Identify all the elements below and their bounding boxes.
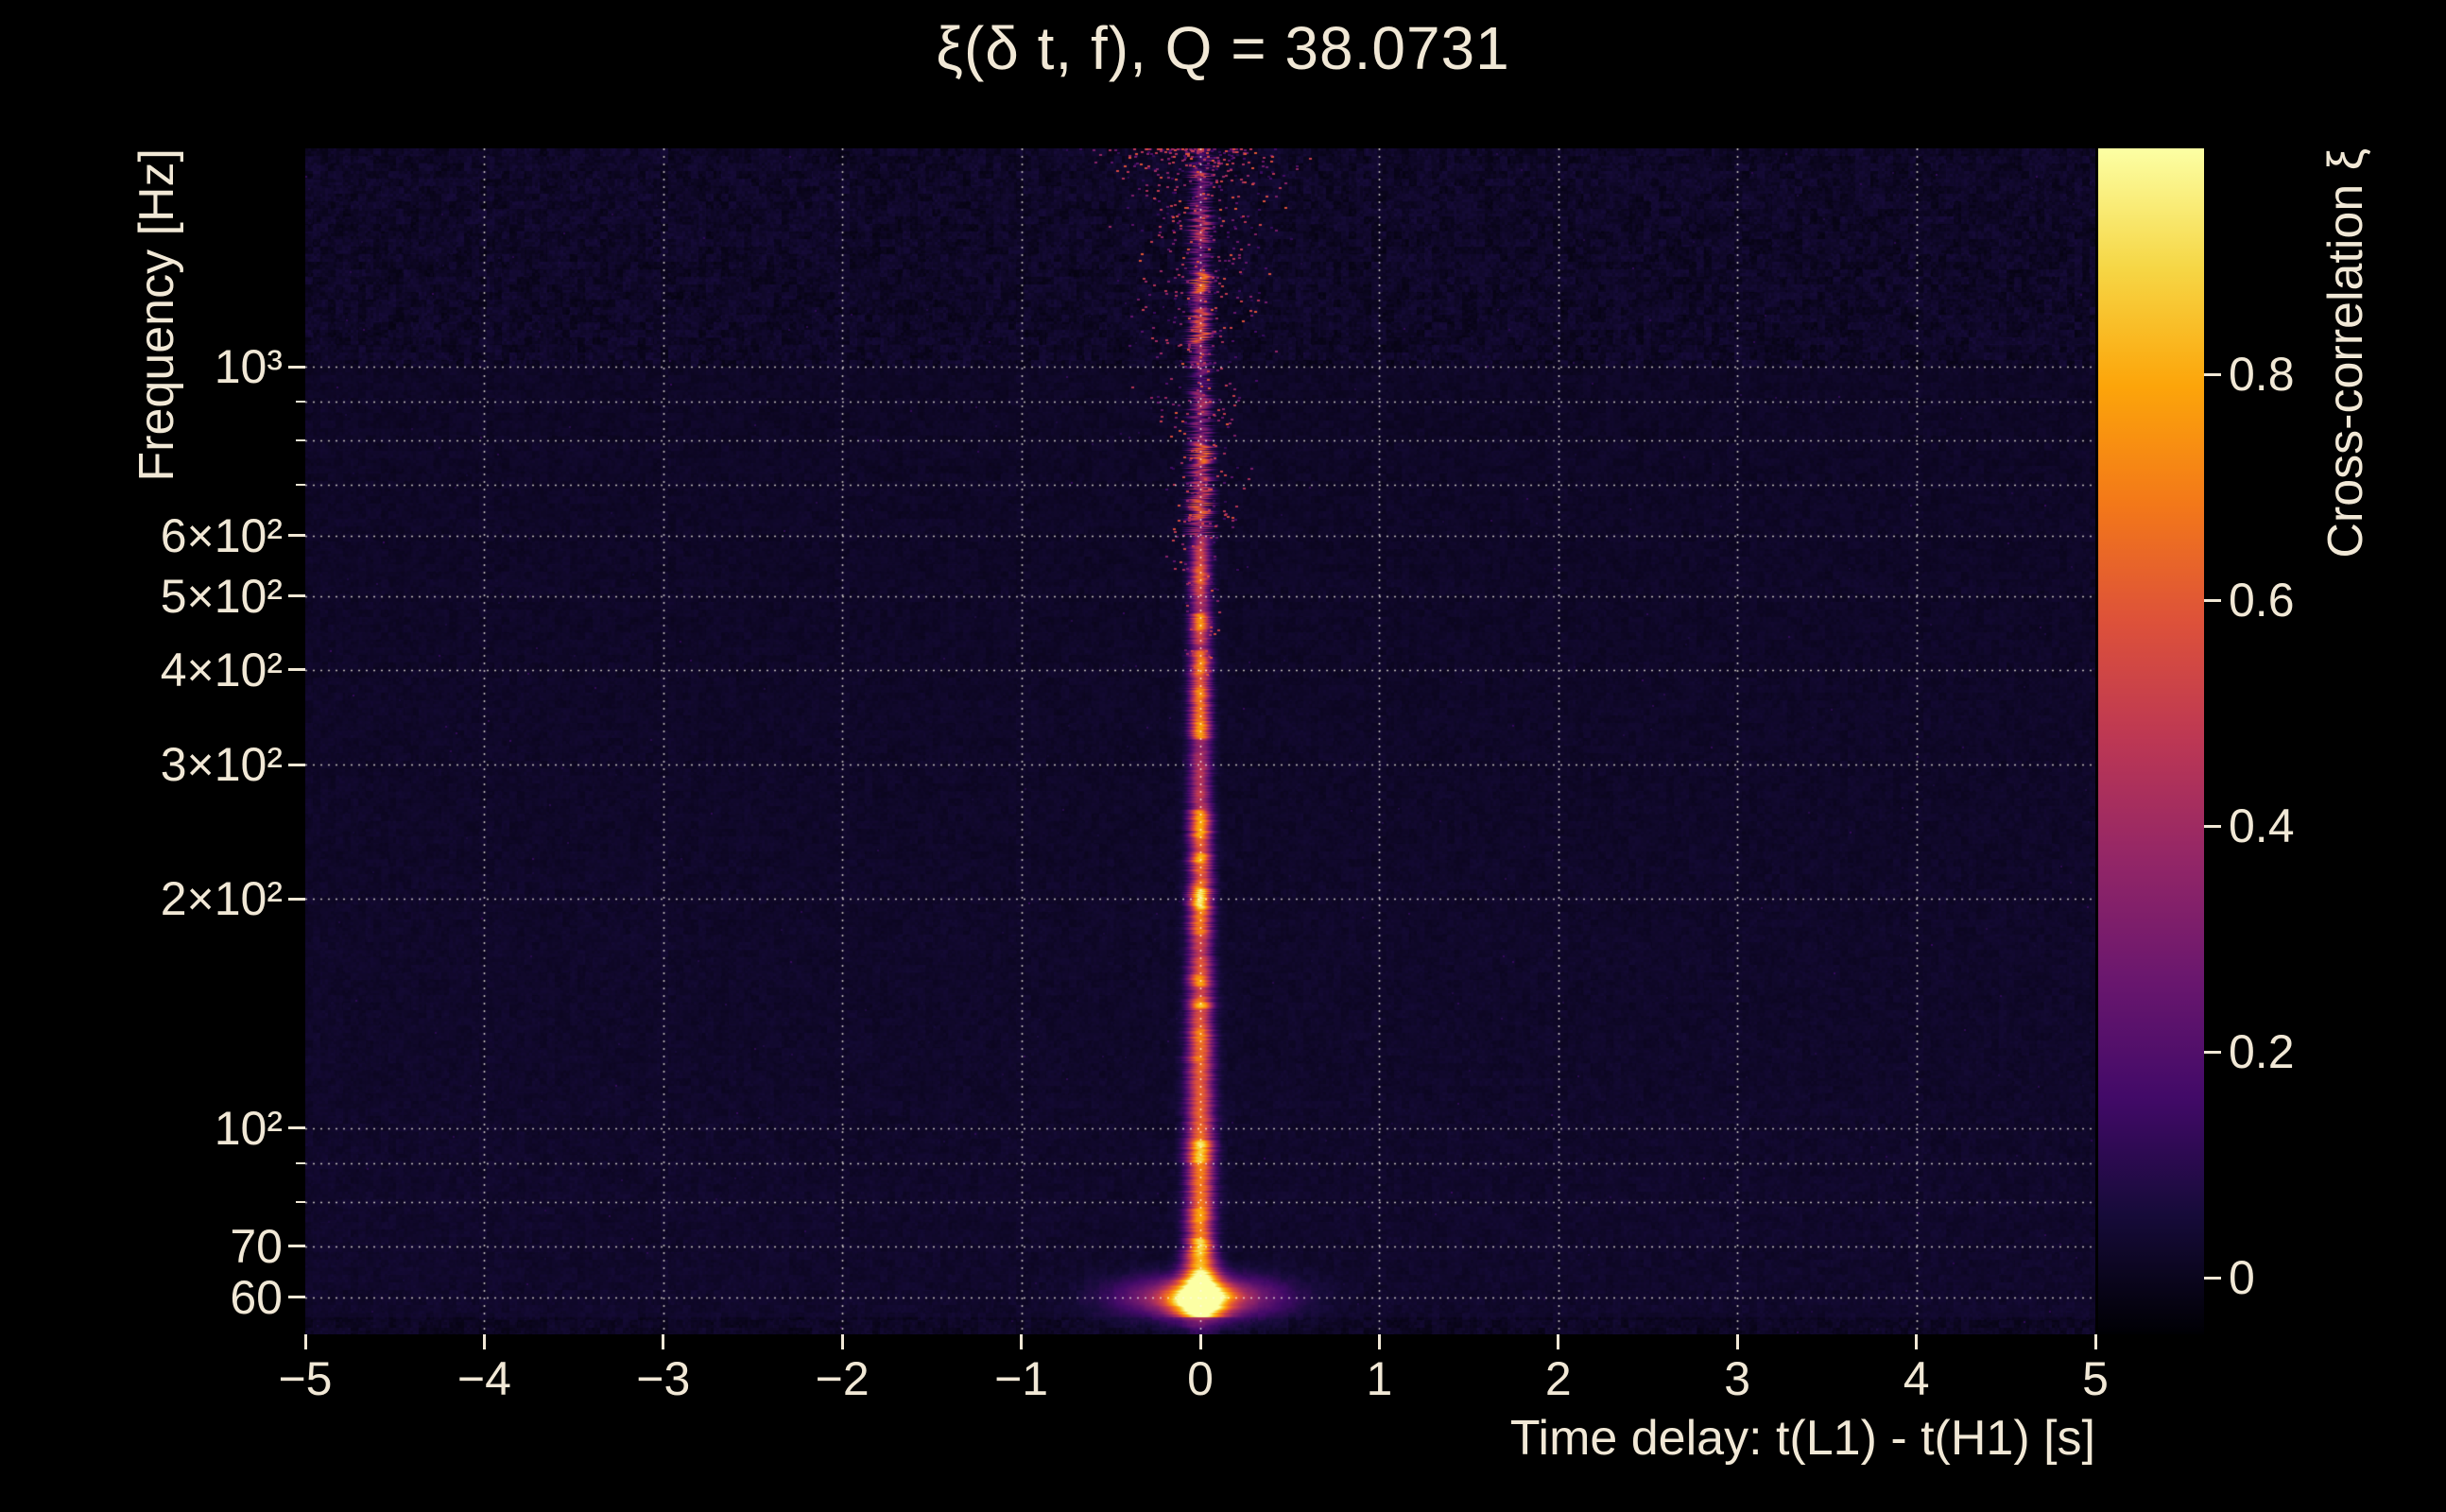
colorbar-tick-mark bbox=[2204, 598, 2221, 602]
colorbar-tick-label: 0.4 bbox=[2229, 799, 2295, 853]
y-major-tick-mark bbox=[288, 594, 305, 598]
y-tick-label: 3×10² bbox=[160, 738, 283, 792]
heatmap-canvas bbox=[305, 148, 2095, 1334]
x-tick-label: −2 bbox=[815, 1352, 870, 1405]
y-minor-tick-mark bbox=[296, 401, 305, 403]
x-tick-mark bbox=[303, 1334, 307, 1349]
y-major-tick-mark bbox=[288, 763, 305, 766]
x-tick-label: −5 bbox=[278, 1352, 333, 1405]
colorbar-tick-label: 0.2 bbox=[2229, 1025, 2295, 1079]
y-major-tick-mark bbox=[288, 1245, 305, 1248]
chart-title: ξ(δ t, f), Q = 38.0731 bbox=[936, 14, 1510, 82]
y-axis-label: Frequency [Hz] bbox=[129, 148, 184, 482]
x-tick-mark bbox=[1557, 1334, 1560, 1349]
y-tick-label: 10³ bbox=[214, 340, 283, 394]
y-tick-label: 5×10² bbox=[160, 569, 283, 623]
y-major-tick-mark bbox=[288, 365, 305, 369]
y-major-tick-mark bbox=[288, 897, 305, 901]
x-tick-label: −1 bbox=[994, 1352, 1049, 1405]
y-tick-label: 4×10² bbox=[160, 643, 283, 696]
colorbar-tick-label: 0 bbox=[2229, 1251, 2255, 1305]
y-minor-tick-mark bbox=[296, 1200, 305, 1203]
x-tick-label: 5 bbox=[2082, 1352, 2109, 1405]
x-tick-label: 4 bbox=[1903, 1352, 1930, 1405]
x-tick-label: −3 bbox=[636, 1352, 691, 1405]
y-major-tick-mark bbox=[288, 1296, 305, 1299]
x-tick-mark bbox=[1915, 1334, 1919, 1349]
x-tick-label: 3 bbox=[1724, 1352, 1751, 1405]
y-tick-label: 6×10² bbox=[160, 508, 283, 562]
x-tick-mark bbox=[1377, 1334, 1381, 1349]
y-minor-tick-mark bbox=[296, 483, 305, 486]
y-minor-tick-mark bbox=[296, 439, 305, 442]
y-major-tick-mark bbox=[288, 1126, 305, 1130]
x-tick-label: 2 bbox=[1544, 1352, 1572, 1405]
x-tick-mark bbox=[1198, 1334, 1202, 1349]
x-tick-mark bbox=[840, 1334, 844, 1349]
x-tick-label: 0 bbox=[1187, 1352, 1214, 1405]
colorbar-tick-label: 0.6 bbox=[2229, 574, 2295, 627]
y-tick-label: 2×10² bbox=[160, 872, 283, 926]
x-tick-mark bbox=[662, 1334, 665, 1349]
y-major-tick-mark bbox=[288, 668, 305, 672]
colorbar-tick-mark bbox=[2204, 1276, 2221, 1280]
y-minor-tick-mark bbox=[296, 1161, 305, 1164]
y-tick-label: 70 bbox=[230, 1219, 283, 1273]
x-tick-mark bbox=[2093, 1334, 2097, 1349]
y-tick-label: 60 bbox=[230, 1270, 283, 1324]
colorbar-tick-label: 0.8 bbox=[2229, 348, 2295, 402]
x-tick-label: −4 bbox=[456, 1352, 511, 1405]
colorbar-tick-mark bbox=[2204, 372, 2221, 376]
y-tick-label: 10² bbox=[214, 1101, 283, 1155]
x-tick-mark bbox=[482, 1334, 486, 1349]
colorbar-tick-mark bbox=[2204, 1050, 2221, 1054]
x-tick-label: 1 bbox=[1366, 1352, 1393, 1405]
colorbar-tick-mark bbox=[2204, 824, 2221, 828]
x-tick-mark bbox=[1735, 1334, 1739, 1349]
x-tick-mark bbox=[1020, 1334, 1024, 1349]
x-axis-label: Time delay: t(L1) - t(H1) [s] bbox=[1509, 1411, 2095, 1466]
colorbar-gradient bbox=[2098, 148, 2204, 1334]
y-major-tick-mark bbox=[288, 534, 305, 538]
